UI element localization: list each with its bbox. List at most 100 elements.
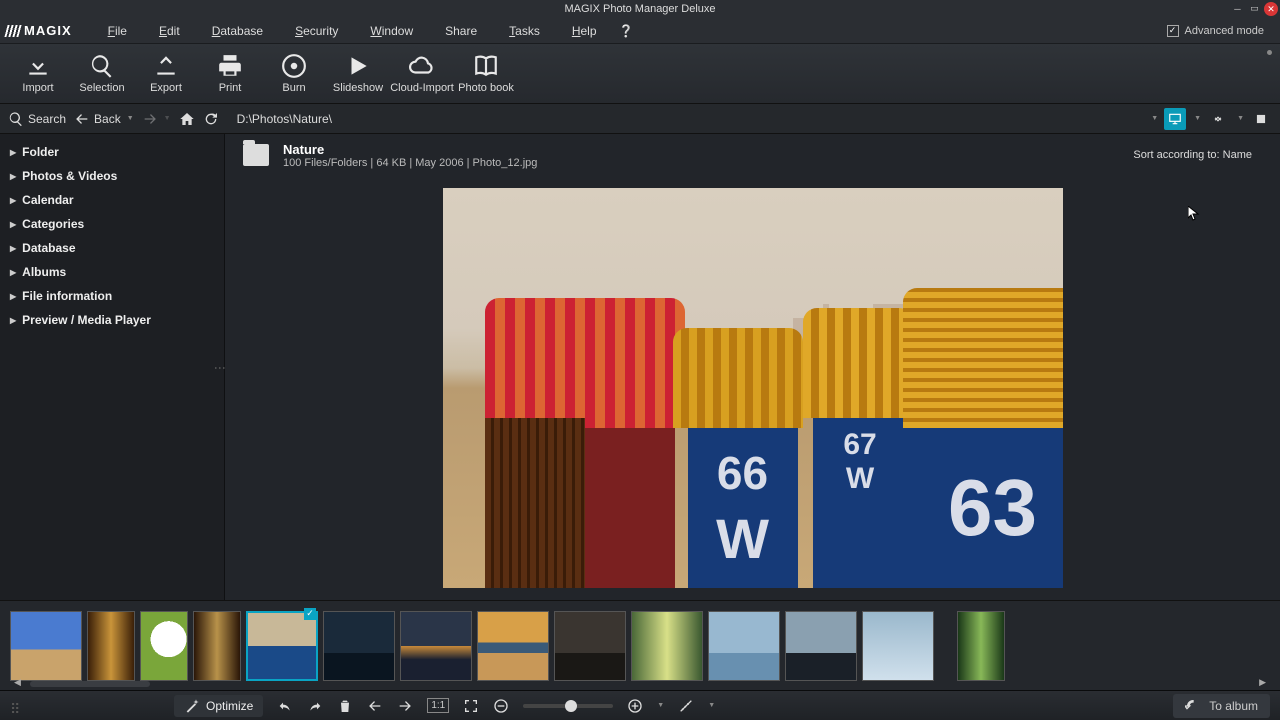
- to-album-button[interactable]: To album: [1173, 694, 1270, 718]
- sidebar-item-photos-videos[interactable]: ▶Photos & Videos: [8, 164, 216, 188]
- arrow-right-icon: [397, 698, 413, 714]
- zoom-slider[interactable]: [523, 704, 613, 708]
- next-button[interactable]: [397, 698, 413, 714]
- sparkle-icon: [678, 698, 694, 714]
- back-button[interactable]: Back▼: [74, 111, 134, 127]
- view-single-button[interactable]: [1250, 108, 1272, 130]
- zoom-dropdown[interactable]: ▼: [657, 702, 664, 709]
- menu-bar: MAGIX File Edit Database Security Window…: [0, 18, 1280, 44]
- menu-tasks[interactable]: Tasks: [493, 24, 556, 38]
- thumbnail[interactable]: [554, 611, 626, 681]
- folder-name: Nature: [283, 142, 537, 157]
- refresh-button[interactable]: [203, 111, 219, 127]
- undo-icon: [277, 698, 293, 714]
- close-button[interactable]: ✕: [1264, 2, 1278, 16]
- thumbnail[interactable]: [862, 611, 934, 681]
- advanced-mode-label: Advanced mode: [1185, 25, 1265, 37]
- thumbnail[interactable]: [87, 611, 135, 681]
- export-button[interactable]: Export: [134, 46, 198, 102]
- sidebar-item-albums[interactable]: ▶Albums: [8, 260, 216, 284]
- print-icon: [217, 53, 243, 79]
- plus-circle-icon: [627, 698, 643, 714]
- thumbnail[interactable]: [193, 611, 241, 681]
- title-bar: MAGIX Photo Manager Deluxe ─ ▭ ✕: [0, 0, 1280, 18]
- cloud-import-button[interactable]: Cloud-Import: [390, 46, 454, 102]
- sidebar-resize-handle[interactable]: ⋮: [213, 362, 227, 372]
- menu-security[interactable]: Security: [279, 24, 354, 38]
- sidebar: ▶Folder ▶Photos & Videos ▶Calendar ▶Cate…: [0, 134, 225, 600]
- thumbnail[interactable]: [708, 611, 780, 681]
- strip-scroll-right[interactable]: ▶: [1259, 677, 1266, 688]
- main-toolbar: Import Selection Export Print Burn Slide…: [0, 44, 1280, 104]
- effects-button[interactable]: [678, 698, 694, 714]
- thumbnail[interactable]: [477, 611, 549, 681]
- thumbnail[interactable]: [400, 611, 472, 681]
- export-icon: [153, 53, 179, 79]
- fullscreen-button[interactable]: [463, 698, 479, 714]
- folder-icon: [243, 144, 269, 166]
- sidebar-item-file-info[interactable]: ▶File information: [8, 284, 216, 308]
- folder-meta: 100 Files/Folders | 64 KB | May 2006 | P…: [283, 157, 537, 169]
- sidebar-item-categories[interactable]: ▶Categories: [8, 212, 216, 236]
- navigation-bar: Search Back▼ ▼ D:\Photos\Nature\ ▼ ▼ ▼: [0, 104, 1280, 134]
- content-area: Nature 100 Files/Folders | 64 KB | May 2…: [225, 134, 1280, 600]
- refresh-icon: [203, 111, 219, 127]
- maximize-button[interactable]: ▭: [1247, 2, 1262, 15]
- sidebar-item-database[interactable]: ▶Database: [8, 236, 216, 260]
- sort-dropdown[interactable]: Sort according to: Name: [1133, 149, 1252, 161]
- effects-dropdown[interactable]: ▼: [708, 702, 715, 709]
- import-icon: [25, 53, 51, 79]
- burn-button[interactable]: Burn: [262, 46, 326, 102]
- selection-button[interactable]: Selection: [70, 46, 134, 102]
- menu-database[interactable]: Database: [196, 24, 279, 38]
- zoom-in-button[interactable]: [627, 698, 643, 714]
- thumbnail[interactable]: [631, 611, 703, 681]
- menu-tooltip[interactable]: ❔: [613, 24, 640, 38]
- strip-scrollbar[interactable]: [30, 681, 150, 687]
- search-button[interactable]: Search: [8, 111, 66, 127]
- cloud-icon: [409, 53, 435, 79]
- view-grid-button[interactable]: [1164, 108, 1186, 130]
- search-icon: [89, 53, 115, 79]
- strip-scroll-left[interactable]: ◀: [14, 677, 21, 688]
- path-dropdown[interactable]: ▼: [1151, 115, 1158, 122]
- thumbnail[interactable]: [323, 611, 395, 681]
- thumbnail-selected[interactable]: ✓: [246, 611, 318, 681]
- sidebar-item-folder[interactable]: ▶Folder: [8, 140, 216, 164]
- thumbnail[interactable]: [957, 611, 1005, 681]
- play-icon: [345, 53, 371, 79]
- menu-help[interactable]: Help: [556, 24, 613, 38]
- thumbnail[interactable]: [785, 611, 857, 681]
- thumbnail[interactable]: [10, 611, 82, 681]
- menu-window[interactable]: Window: [354, 24, 429, 38]
- delete-button[interactable]: [337, 698, 353, 714]
- image-preview[interactable]: 66W 67W 63: [225, 176, 1280, 600]
- thumbnail[interactable]: [140, 611, 188, 681]
- menu-edit[interactable]: Edit: [143, 24, 196, 38]
- sidebar-item-calendar[interactable]: ▶Calendar: [8, 188, 216, 212]
- home-button[interactable]: [179, 111, 195, 127]
- forward-button[interactable]: ▼: [142, 111, 171, 127]
- menu-file[interactable]: File: [92, 24, 143, 38]
- fit-button[interactable]: 1:1: [427, 698, 449, 713]
- optimize-button[interactable]: Optimize: [174, 695, 263, 717]
- import-button[interactable]: Import: [6, 46, 70, 102]
- menu-share[interactable]: Share: [429, 24, 493, 38]
- square-icon: [1254, 112, 1268, 126]
- zoom-out-button[interactable]: [493, 698, 509, 714]
- undo-button[interactable]: [277, 698, 293, 714]
- advanced-mode-toggle[interactable]: ✓ Advanced mode: [1167, 25, 1265, 37]
- minimize-button[interactable]: ─: [1230, 2, 1245, 15]
- sidebar-item-preview[interactable]: ▶Preview / Media Player: [8, 308, 216, 332]
- path-field[interactable]: D:\Photos\Nature\: [237, 112, 1142, 126]
- status-dot: [1267, 50, 1272, 55]
- photobook-button[interactable]: Photo book: [454, 46, 518, 102]
- print-button[interactable]: Print: [198, 46, 262, 102]
- app-title: MAGIX Photo Manager Deluxe: [564, 3, 715, 15]
- view-sort-button[interactable]: [1207, 108, 1229, 130]
- prev-button[interactable]: [367, 698, 383, 714]
- slideshow-button[interactable]: Slideshow: [326, 46, 390, 102]
- redo-button[interactable]: [307, 698, 323, 714]
- thumbnail-strip: ✓ ◀ ▶: [0, 600, 1280, 690]
- sort-icon: [1211, 112, 1225, 126]
